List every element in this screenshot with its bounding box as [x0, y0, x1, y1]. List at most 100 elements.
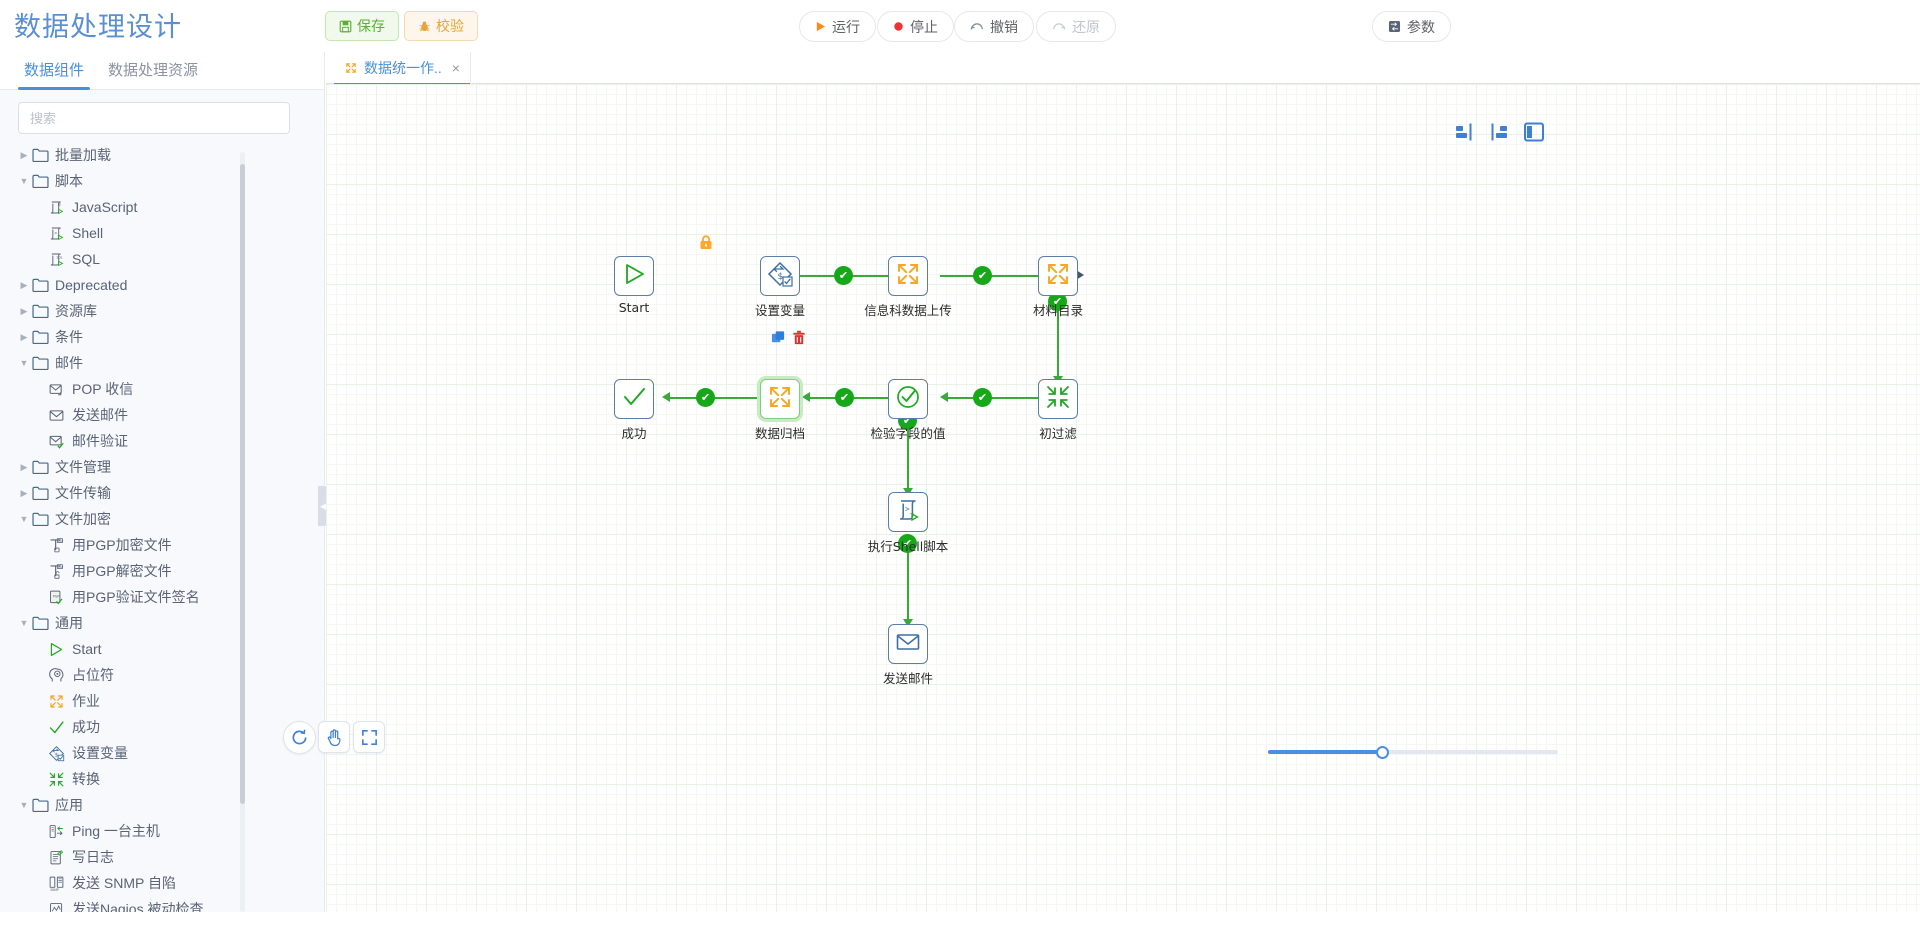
tree-folder-7[interactable]: ▶ 条件 — [0, 324, 325, 350]
node-filter[interactable]: 初过滤 — [1038, 379, 1078, 441]
job-icon — [48, 693, 66, 710]
zoom-slider-knob[interactable] — [1376, 746, 1389, 759]
tree-item-2[interactable]: JS JavaScript — [0, 194, 325, 220]
transform-icon — [48, 771, 66, 788]
app-root: 数据处理设计 保存 校验 运行 停止 撤销 还原 参数 数据组件 数据处理资源 … — [0, 0, 1920, 929]
layout-icon[interactable] — [1522, 120, 1546, 144]
success-icon — [48, 719, 66, 736]
undo-button-label: 撤销 — [990, 18, 1018, 35]
node-success[interactable]: 成功 — [614, 379, 654, 441]
parameters-button[interactable]: 参数 — [1372, 11, 1451, 42]
tree-folder-5[interactable]: ▶ Deprecated — [0, 272, 325, 298]
undo-button[interactable]: 撤销 — [954, 11, 1034, 42]
job-icon — [766, 383, 794, 416]
tab-data-resources[interactable]: 数据处理资源 — [96, 59, 210, 89]
tree-folder-14[interactable]: ▼ 文件加密 — [0, 506, 325, 532]
tree-folder-18[interactable]: ▼ 通用 — [0, 610, 325, 636]
node-set-variable[interactable]: $ 设置变量 — [755, 256, 805, 318]
tree-item-4[interactable]: SQL SQL — [0, 246, 325, 272]
tab-data-components[interactable]: 数据组件 — [12, 59, 96, 90]
align-right-icon[interactable] — [1486, 120, 1510, 144]
tree-item-21[interactable]: 作业 — [0, 688, 325, 714]
stop-button[interactable]: 停止 — [877, 11, 954, 42]
tree-folder-25[interactable]: ▼ 应用 — [0, 792, 325, 818]
undo-icon — [970, 21, 984, 32]
tree-item-15[interactable]: PGP 用PGP加密文件 — [0, 532, 325, 558]
tree-item-label: 文件管理 — [55, 459, 111, 475]
zoom-slider[interactable] — [1268, 746, 1558, 759]
chevron-down-icon[interactable]: ▼ — [16, 618, 32, 628]
document-tab-active[interactable]: 数据统一作.. × — [334, 51, 471, 85]
node-catalog[interactable]: 材料目录 — [1033, 256, 1083, 318]
save-button[interactable]: 保存 — [325, 11, 399, 41]
tree-item-23[interactable]: $ 设置变量 — [0, 740, 325, 766]
tree-item-17[interactable]: PGP 用PGP验证文件签名 — [0, 584, 325, 610]
tree-folder-8[interactable]: ▼ 邮件 — [0, 350, 325, 376]
node-box[interactable] — [760, 379, 800, 419]
align-left-icon[interactable] — [1453, 120, 1477, 144]
search-input[interactable] — [18, 102, 290, 134]
node-verify-field[interactable]: 检验字段的值 — [870, 379, 946, 441]
node-box[interactable]: >_ — [888, 492, 928, 532]
tree-folder-12[interactable]: ▶ 文件管理 — [0, 454, 325, 480]
chevron-right-icon[interactable]: ▶ — [16, 150, 32, 161]
fit-screen-button[interactable] — [353, 721, 385, 753]
chevron-right-icon[interactable]: ▶ — [16, 488, 32, 499]
tree-folder-6[interactable]: ▶ 资源库 — [0, 298, 325, 324]
node-box[interactable] — [614, 379, 654, 419]
tree-folder-13[interactable]: ▶ 文件传输 — [0, 480, 325, 506]
chevron-right-icon[interactable]: ▶ — [16, 462, 32, 473]
redo-button[interactable]: 还原 — [1036, 11, 1116, 42]
page-title: 数据处理设计 — [14, 12, 182, 43]
node-shell-script[interactable]: >_ 执行Shell脚本 — [868, 492, 948, 554]
tree-item-22[interactable]: 成功 — [0, 714, 325, 740]
node-archive[interactable]: 数据归档 — [755, 379, 805, 441]
node-box[interactable] — [614, 256, 654, 296]
tree-item-27[interactable]: 写日志 — [0, 844, 325, 870]
pan-tool-button[interactable] — [318, 721, 350, 753]
node-label: 执行Shell脚本 — [867, 539, 949, 554]
validate-button[interactable]: 校验 — [404, 11, 478, 41]
tree-item-11[interactable]: 邮件验证 — [0, 428, 325, 454]
lock-icon — [699, 235, 713, 255]
run-button[interactable]: 运行 — [799, 11, 876, 42]
reset-view-button[interactable] — [283, 721, 316, 754]
chevron-down-icon[interactable]: ▼ — [16, 358, 32, 368]
copy-icon[interactable] — [771, 330, 786, 350]
document-tab-label: 数据统一作.. — [364, 59, 442, 76]
save-button-label: 保存 — [357, 18, 385, 34]
tree-folder-1[interactable]: ▼ 脚本 — [0, 168, 325, 194]
node-box[interactable] — [888, 379, 928, 419]
tree-item-16[interactable]: PGP 用PGP解密文件 — [0, 558, 325, 584]
tree-item-19[interactable]: Start — [0, 636, 325, 662]
chevron-down-icon[interactable]: ▼ — [16, 514, 32, 524]
node-box[interactable]: $ — [760, 256, 800, 296]
chevron-down-icon[interactable]: ▼ — [16, 176, 32, 186]
edge-arrow — [802, 392, 810, 402]
node-box[interactable] — [888, 256, 928, 296]
node-start[interactable]: Start — [614, 256, 654, 315]
node-box[interactable] — [1038, 256, 1078, 296]
node-box[interactable] — [888, 624, 928, 664]
tree-item-9[interactable]: POP 收信 — [0, 376, 325, 402]
tree-item-26[interactable]: Ping 一台主机 — [0, 818, 325, 844]
trash-icon[interactable] — [792, 330, 806, 350]
workflow-canvas[interactable]: ✔ ✔ ✔ ✔ ✔ ✔ ✔ ✔ Start $ 设置变量 信息科数据上传 材料目… — [326, 84, 1920, 929]
stop-icon — [893, 21, 904, 32]
tree-item-label: JavaScript — [72, 199, 138, 215]
tree-item-24[interactable]: 转换 — [0, 766, 325, 792]
node-send-mail[interactable]: 发送邮件 — [883, 624, 933, 686]
tree-item-3[interactable]: >_ Shell — [0, 220, 325, 246]
chevron-right-icon[interactable]: ▶ — [16, 332, 32, 343]
node-box[interactable] — [1038, 379, 1078, 419]
tree-item-28[interactable]: SNMP 发送 SNMP 自陷 — [0, 870, 325, 896]
tree-item-20[interactable]: 占位符 — [0, 662, 325, 688]
tree-item-10[interactable]: 发送邮件 — [0, 402, 325, 428]
node-upload[interactable]: 信息科数据上传 — [864, 256, 952, 318]
chevron-right-icon[interactable]: ▶ — [16, 280, 32, 291]
close-icon[interactable]: × — [452, 60, 460, 76]
chevron-right-icon[interactable]: ▶ — [16, 306, 32, 317]
chevron-down-icon[interactable]: ▼ — [16, 800, 32, 810]
tree-folder-0[interactable]: ▶ 批量加载 — [0, 142, 325, 168]
component-tree: ▶ 批量加载 ▼ 脚本 JS JavaScript >_ Shell SQL SQL ▶ Deprec… — [0, 138, 325, 929]
